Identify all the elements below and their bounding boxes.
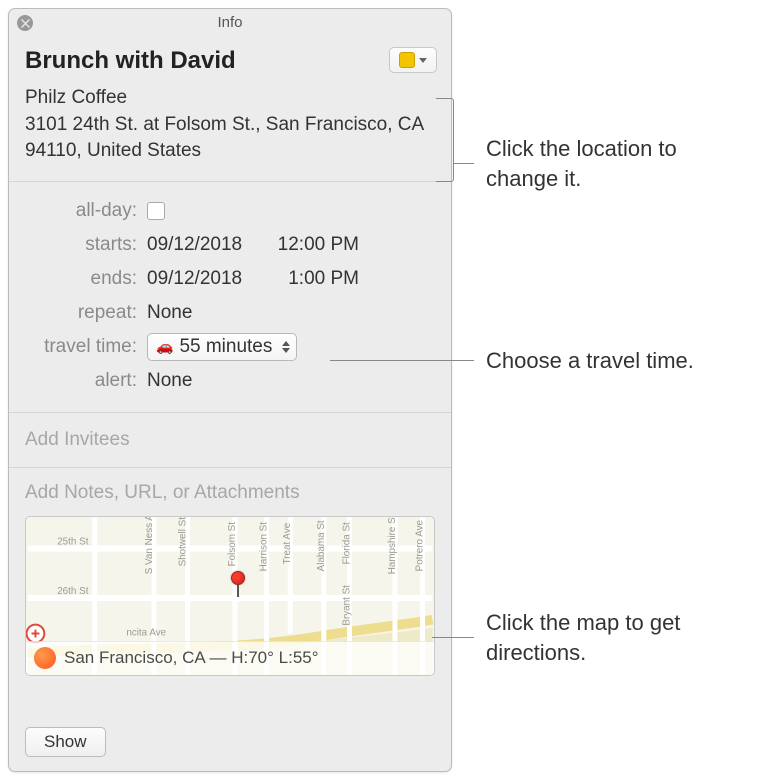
callout-location: Click the location to change it. [454, 134, 746, 193]
event-info-panel: Info Brunch with David Philz Coffee 3101… [8, 8, 452, 772]
ends-label: ends: [25, 268, 147, 290]
map-pin-icon [231, 571, 245, 597]
footer: Show [25, 727, 106, 757]
svg-text:Potrero Ave: Potrero Ave [415, 519, 426, 571]
map-caption-bar: San Francisco, CA — H:70° L:55° [26, 641, 434, 675]
map-preview[interactable]: 25th St 26th St S Van Ness Ave Shotwell … [25, 516, 435, 676]
calendar-swatch-icon [399, 52, 415, 68]
add-notes-field[interactable]: Add Notes, URL, or Attachments [25, 482, 435, 504]
chevron-down-icon [419, 58, 427, 63]
location-name: Philz Coffee [25, 85, 435, 112]
svg-text:Bryant St: Bryant St [341, 585, 352, 626]
show-button[interactable]: Show [25, 727, 106, 757]
travel-value: 55 minutes [179, 336, 272, 358]
travel-label: travel time: [25, 336, 147, 358]
svg-text:Treat Ave: Treat Ave [282, 522, 293, 564]
event-fields: all-day: starts: 09/12/2018 12:00 PM end… [9, 182, 451, 413]
svg-text:Folsom St: Folsom St [227, 522, 238, 567]
svg-text:26th St: 26th St [57, 586, 89, 597]
allday-label: all-day: [25, 200, 147, 222]
row-ends: ends: 09/12/2018 1:00 PM [25, 262, 435, 296]
weather-sun-icon [34, 647, 56, 669]
car-icon: 🚗 [156, 338, 173, 355]
titlebar: Info [9, 9, 451, 37]
map-caption-text: San Francisco, CA — H:70° L:55° [64, 648, 319, 668]
callout-map: Click the map to get directions. [432, 608, 746, 667]
notes-section: Add Notes, URL, or Attachments [9, 468, 451, 692]
starts-time[interactable]: 12:00 PM [269, 234, 359, 256]
travel-time-select[interactable]: 🚗 55 minutes [147, 333, 297, 361]
svg-text:25th St: 25th St [57, 536, 89, 547]
event-location[interactable]: Philz Coffee 3101 24th St. at Folsom St.… [25, 85, 435, 165]
callout-bracket [436, 98, 454, 182]
alert-label: alert: [25, 370, 147, 392]
row-repeat: repeat: None [25, 296, 435, 330]
starts-label: starts: [25, 234, 147, 256]
callout-location-text: Click the location to change it. [486, 134, 746, 193]
event-title[interactable]: Brunch with David [25, 47, 435, 75]
ends-time[interactable]: 1:00 PM [269, 268, 359, 290]
callout-travel-text: Choose a travel time. [486, 346, 766, 376]
svg-text:Shotwell St: Shotwell St [178, 517, 189, 566]
callout-travel: Choose a travel time. [330, 346, 766, 376]
row-starts: starts: 09/12/2018 12:00 PM [25, 228, 435, 262]
alert-value[interactable]: None [147, 370, 192, 392]
svg-text:Florida St: Florida St [341, 522, 352, 564]
svg-text:Hampshire St: Hampshire St [387, 517, 398, 574]
window-title: Info [217, 14, 242, 31]
ends-date[interactable]: 09/12/2018 [147, 268, 257, 290]
svg-text:Harrison St: Harrison St [259, 522, 270, 572]
svg-text:Alabama St: Alabama St [316, 520, 327, 571]
close-button[interactable] [17, 15, 33, 31]
svg-text:ncita Ave: ncita Ave [126, 627, 166, 638]
allday-checkbox[interactable] [147, 202, 165, 220]
repeat-value[interactable]: None [147, 302, 192, 324]
stepper-icon [282, 341, 290, 353]
row-allday: all-day: [25, 194, 435, 228]
location-address: 3101 24th St. at Folsom St., San Francis… [25, 112, 435, 165]
calendar-color-picker[interactable] [389, 47, 437, 73]
svg-text:S Van Ness Ave: S Van Ness Ave [144, 517, 155, 574]
starts-date[interactable]: 09/12/2018 [147, 234, 257, 256]
add-invitees-field[interactable]: Add Invitees [9, 413, 451, 468]
repeat-label: repeat: [25, 302, 147, 324]
close-icon [21, 19, 30, 28]
header-section: Brunch with David Philz Coffee 3101 24th… [9, 37, 451, 182]
callout-map-text: Click the map to get directions. [486, 608, 746, 667]
